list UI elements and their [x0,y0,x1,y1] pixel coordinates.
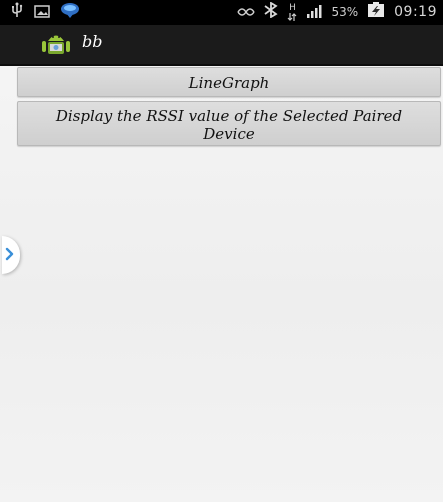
chevron-right-icon [5,247,14,261]
app-title: bb [82,32,103,51]
data-transfer-icon: H [287,2,297,21]
side-drawer-handle[interactable] [2,236,20,274]
line-graph-button[interactable]: LineGraph [17,67,441,97]
usb-icon [10,2,24,22]
action-bar: bb [0,25,443,66]
android-robot-icon[interactable] [40,32,72,56]
network-type-label: H [289,2,296,13]
bluetooth-icon [264,1,279,22]
signal-icon [306,3,322,22]
battery-icon [367,2,385,22]
status-clock: 09:19 [394,4,437,20]
app-notification-icon [60,1,80,23]
battery-percent: 53% [331,5,359,19]
screenshot-icon [34,3,50,22]
nfc-icon [237,3,256,22]
status-left-icons [10,1,80,23]
status-bar: H 53% 09:19 [0,0,443,25]
status-right-icons: H 53% 09:19 [237,1,437,22]
display-rssi-button[interactable]: Display the RSSI value of the Selected P… [17,101,441,146]
app-screen: H 53% 09:19 bb LineGraph Display the RSS… [0,0,443,502]
